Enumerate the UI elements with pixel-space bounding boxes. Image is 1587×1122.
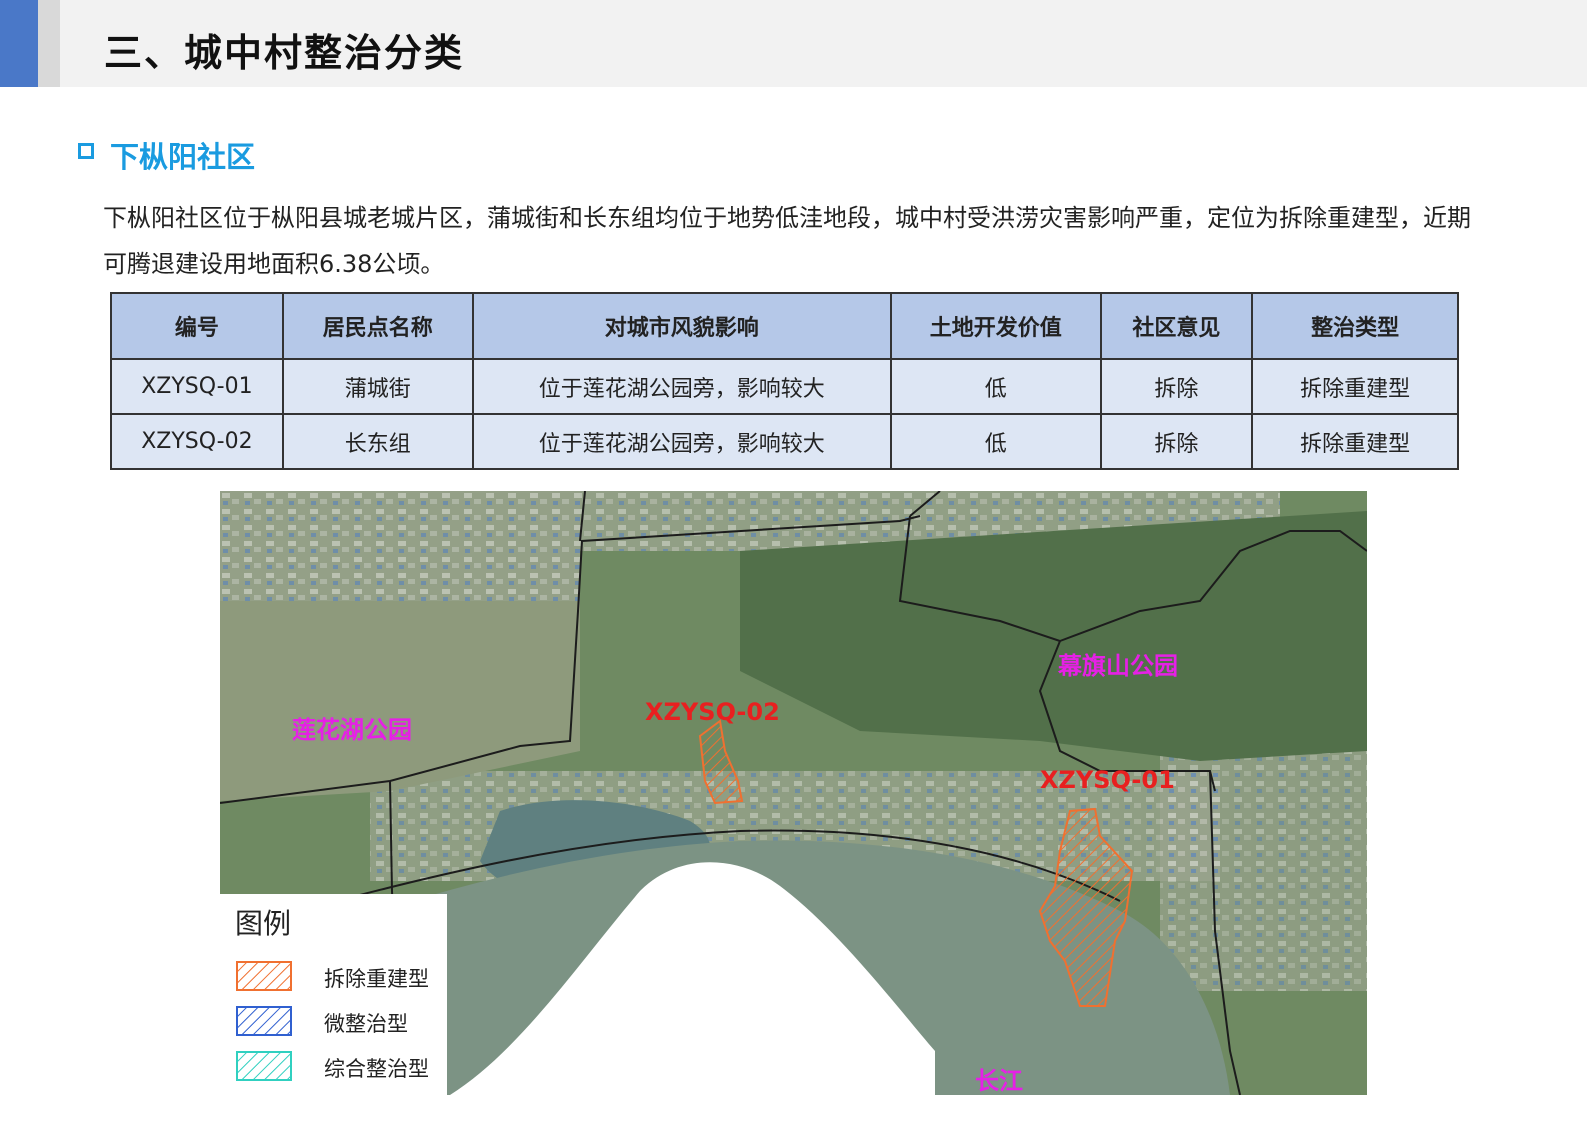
cell-settlement-name: 长东组: [281, 413, 474, 470]
legend-item-micro-renovation: 微整治型: [236, 1006, 446, 1038]
cell-land-value: 低: [889, 358, 1102, 415]
label-changjiang: 长江: [975, 1067, 1023, 1095]
cell-code: XZYSQ-02: [110, 413, 284, 470]
label-site-01: XZYSQ-01: [1040, 766, 1175, 794]
legend-swatch-orange: [236, 961, 292, 991]
page-title: 三、城中村整治分类: [104, 31, 465, 75]
section-title: 下枞阳社区: [110, 140, 256, 174]
cell-code: XZYSQ-01: [110, 358, 284, 415]
label-muqishan-park: 幕旗山公园: [1058, 652, 1178, 680]
cell-settlement-name: 蒲城街: [281, 358, 474, 415]
legend-title: 图例: [235, 907, 292, 940]
header-community-opinion: 社区意见: [1099, 292, 1254, 360]
header-land-value: 土地开发价值: [889, 292, 1102, 360]
cell-land-value: 低: [889, 413, 1102, 470]
intro-paragraph: 下枞阳社区位于枞阳县城老城片区，蒲城街和长东组均位于地势低洼地段，城中村受洪涝灾…: [103, 204, 1471, 278]
label-site-02: XZYSQ-02: [645, 698, 780, 726]
village-table: 编号 居民点名称 对城市风貌影响 土地开发价值 社区意见 整治类型 XZYSQ-…: [110, 292, 1459, 470]
header-renovation-type: 整治类型: [1251, 292, 1459, 360]
header-code: 编号: [110, 292, 284, 360]
header-accent-bar: [0, 0, 38, 87]
legend-label: 微整治型: [324, 1012, 408, 1036]
cell-renovation-type: 拆除重建型: [1251, 413, 1459, 470]
cell-renovation-type: 拆除重建型: [1251, 358, 1459, 415]
table-row: XZYSQ-01 蒲城街 位于莲花湖公园旁，影响较大 低 拆除 拆除重建型: [110, 358, 1459, 415]
cell-city-impact: 位于莲花湖公园旁，影响较大: [471, 358, 892, 415]
header-settlement-name: 居民点名称: [281, 292, 474, 360]
map-legend: 图例 拆除重建型 微整治型 综合整治型: [220, 894, 447, 1095]
legend-item-demolish-rebuild: 拆除重建型: [236, 961, 446, 993]
table-row: XZYSQ-02 长东组 位于莲花湖公园旁，影响较大 低 拆除 拆除重建型: [110, 413, 1459, 470]
legend-swatch-blue: [236, 1006, 292, 1036]
header-city-impact: 对城市风貌影响: [471, 292, 892, 360]
legend-item-comprehensive-renovation: 综合整治型: [236, 1051, 446, 1083]
urban-area-east: [1160, 741, 1367, 991]
table-header-row: 编号 居民点名称 对城市风貌影响 土地开发价值 社区意见 整治类型: [110, 292, 1459, 360]
legend-label: 拆除重建型: [324, 967, 429, 991]
cell-community-opinion: 拆除: [1099, 413, 1254, 470]
square-bullet-icon: [78, 143, 94, 159]
legend-label: 综合整治型: [324, 1057, 429, 1081]
satellite-map: 莲花湖公园 幕旗山公园 长江 XZYSQ-02 XZYSQ-01 图例 拆除重建…: [220, 491, 1367, 1095]
label-lianhuahu-park: 莲花湖公园: [292, 716, 412, 744]
header-accent-shadow: [38, 0, 60, 87]
cell-city-impact: 位于莲花湖公园旁，影响较大: [471, 413, 892, 470]
legend-swatch-cyan: [236, 1051, 292, 1081]
cell-community-opinion: 拆除: [1099, 358, 1254, 415]
